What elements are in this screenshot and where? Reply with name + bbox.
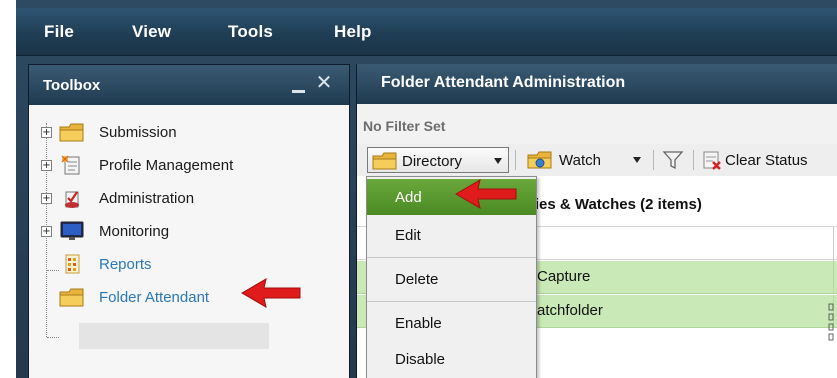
folder-icon xyxy=(372,152,397,170)
reports-icon xyxy=(65,254,80,274)
callout-arrow-icon xyxy=(241,277,301,309)
expand-icon[interactable]: + xyxy=(41,160,52,171)
application-window: File View Tools Help Toolbox ✕ + Submiss… xyxy=(16,0,837,378)
toolbox-panel: Toolbox ✕ + Submission + Profile Managem… xyxy=(28,64,350,378)
menu-view[interactable]: View xyxy=(132,22,171,42)
monitor-icon xyxy=(60,221,84,240)
section-title: ries & Watches (2 items) xyxy=(529,196,702,213)
tree-item-label: Reports xyxy=(99,256,152,273)
directory-button-label: Directory xyxy=(402,153,463,170)
tree-item-submission[interactable]: + Submission xyxy=(41,121,341,145)
clear-status-icon xyxy=(703,151,721,170)
tree-item-profile-management[interactable]: + Profile Management xyxy=(41,154,341,178)
selected-row-highlight xyxy=(79,323,269,349)
menu-item-label: Enable xyxy=(395,315,442,332)
clear-status-button[interactable]: Clear Status xyxy=(701,147,837,173)
menu-separator xyxy=(367,257,536,258)
administration-icon xyxy=(65,191,79,208)
menu-item-delete[interactable]: Delete xyxy=(367,261,536,297)
menu-item-label: Add xyxy=(395,189,422,206)
menu-item-label: Delete xyxy=(395,271,439,288)
watermark-graphic xyxy=(828,303,834,341)
watch-button[interactable]: Watch xyxy=(525,147,649,173)
close-icon[interactable]: ✕ xyxy=(315,73,333,93)
callout-arrow-icon xyxy=(455,178,517,210)
menu-item-edit[interactable]: Edit xyxy=(367,217,536,253)
tree-item-monitoring[interactable]: + Monitoring xyxy=(41,220,341,244)
toolbox-title: Toolbox xyxy=(43,77,101,94)
profile-icon xyxy=(61,155,80,175)
column-separator xyxy=(833,261,834,294)
watch-button-label: Watch xyxy=(559,152,601,169)
tree-item-label: Submission xyxy=(99,124,177,141)
chevron-down-icon xyxy=(633,157,641,163)
menu-file[interactable]: File xyxy=(44,22,74,42)
tree-item-administration[interactable]: + Administration xyxy=(41,187,341,211)
toolbar: Directory Watch Clear Status xyxy=(357,144,837,176)
tree-connector xyxy=(47,337,59,338)
page-title: Folder Attendant Administration xyxy=(381,74,626,91)
filter-status-label: No Filter Set xyxy=(363,118,446,134)
menu-bar: File View Tools Help xyxy=(16,8,837,56)
table-cell-name: Capture xyxy=(537,268,591,285)
toolbox-header: Toolbox ✕ xyxy=(29,65,349,105)
toolbar-separator xyxy=(653,150,654,170)
watch-folder-icon xyxy=(527,151,552,169)
menu-item-disable[interactable]: Disable xyxy=(367,341,536,377)
menu-item-label: Disable xyxy=(395,351,446,368)
menu-item-enable[interactable]: Enable xyxy=(367,305,536,341)
directory-button[interactable]: Directory xyxy=(367,147,509,173)
table-cell-name: atchfolder xyxy=(537,302,603,319)
menu-item-label: Edit xyxy=(395,227,421,244)
tree-item-label: Profile Management xyxy=(99,157,234,174)
folder-icon xyxy=(59,288,84,307)
menu-tools[interactable]: Tools xyxy=(228,22,273,42)
chevron-down-icon xyxy=(494,158,502,164)
tree-item-label: Folder Attendant xyxy=(99,289,210,306)
main-panel-header: Folder Attendant Administration xyxy=(357,64,837,104)
tree-item-label: Administration xyxy=(99,190,195,207)
minimize-icon[interactable] xyxy=(291,79,307,95)
toolbar-separator xyxy=(515,150,516,170)
toolbox-tree: + Submission + Profile Management + Admi… xyxy=(29,105,349,378)
folder-icon xyxy=(59,123,84,142)
screenshot-frame: File View Tools Help Toolbox ✕ + Submiss… xyxy=(0,0,837,378)
expand-icon[interactable]: + xyxy=(41,127,52,138)
filter-bar: No Filter Set xyxy=(357,104,837,144)
tree-item-label: Monitoring xyxy=(99,223,170,240)
expand-icon[interactable]: + xyxy=(41,193,52,204)
filter-icon[interactable] xyxy=(661,148,685,172)
tree-item-reports[interactable]: Reports xyxy=(41,253,341,277)
column-separator xyxy=(833,227,834,261)
toolbar-separator xyxy=(693,150,694,170)
menu-help[interactable]: Help xyxy=(334,22,372,42)
expand-icon[interactable]: + xyxy=(41,226,52,237)
menu-separator xyxy=(367,301,536,302)
clear-status-label: Clear Status xyxy=(725,152,808,169)
